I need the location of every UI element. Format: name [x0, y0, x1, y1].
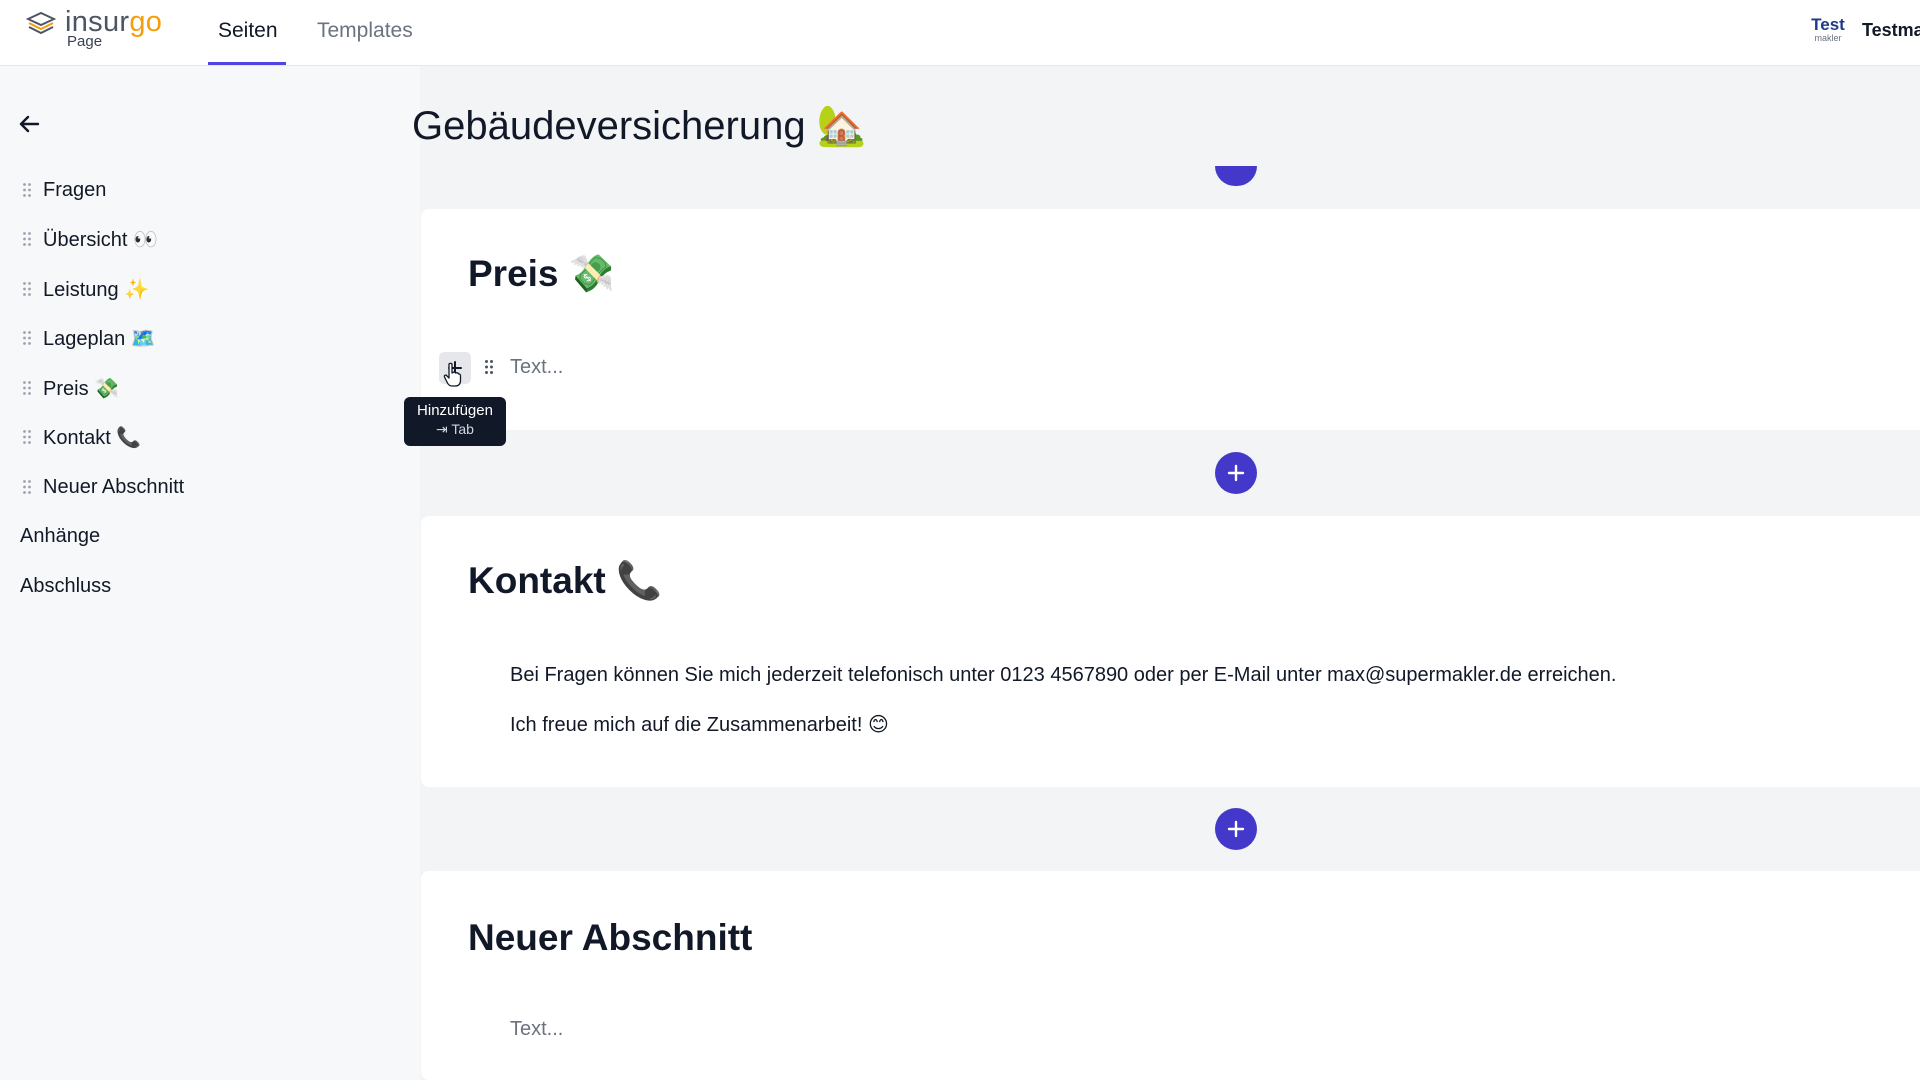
paragraph[interactable]: Ich freue mich auf die Zusammenarbeit! 😊 — [510, 712, 889, 737]
add-section-button[interactable] — [1215, 452, 1257, 494]
drag-handle-icon[interactable] — [22, 380, 32, 396]
tab-templates[interactable]: Templates — [317, 19, 413, 43]
logo-subtitle: Page — [67, 33, 103, 50]
sidebar-item-label: Fragen — [43, 178, 107, 201]
sidebar-item-uebersicht[interactable]: Übersicht 👀 — [22, 224, 158, 254]
hand-pointer-icon — [443, 362, 462, 387]
sidebar-item-neuer-abschnitt[interactable]: Neuer Abschnitt — [22, 472, 184, 502]
sidebar-item-label: Neuer Abschnitt — [43, 475, 185, 498]
app-logo[interactable]: insurgo Page — [24, 6, 184, 56]
drag-handle-icon[interactable] — [22, 281, 32, 297]
sidebar-item-label: Preis 💸 — [43, 377, 120, 400]
text-block-placeholder[interactable]: Text... — [510, 356, 563, 379]
plus-icon — [1227, 464, 1245, 482]
drag-handle-icon[interactable] — [22, 330, 32, 346]
sidebar-item-anhaenge[interactable]: Anhänge — [20, 525, 100, 548]
drag-handle-icon[interactable] — [22, 479, 32, 495]
sidebar-item-label: Leistung ✨ — [43, 278, 150, 301]
tooltip-hinzufuegen: Hinzufügen ⇥ Tab — [404, 397, 506, 446]
drag-handle-icon[interactable] — [22, 182, 32, 198]
section-neuer-abschnitt: Neuer Abschnitt Text... — [421, 871, 1920, 1080]
sidebar-item-preis[interactable]: Preis 💸 — [22, 373, 119, 403]
tab-seiten[interactable]: Seiten — [218, 19, 278, 43]
add-section-button[interactable] — [1215, 166, 1257, 186]
active-tab-indicator — [208, 62, 286, 65]
sidebar-item-lageplan[interactable]: Lageplan 🗺️ — [22, 323, 156, 353]
section-kontakt: Kontakt 📞 Bei Fragen können Sie mich jed… — [421, 516, 1920, 787]
add-section-button[interactable] — [1215, 808, 1257, 850]
sidebar-item-label: Kontakt 📞 — [43, 426, 142, 449]
text-block-placeholder[interactable]: Text... — [510, 1018, 563, 1041]
sidebar-item-label: Übersicht 👀 — [43, 228, 158, 251]
layers-logo-icon — [26, 11, 56, 35]
broker-logo: Test makler — [1811, 15, 1845, 43]
plus-icon — [1227, 820, 1245, 838]
back-arrow-icon[interactable] — [18, 114, 40, 139]
sidebar-item-abschluss[interactable]: Abschluss — [20, 575, 111, 598]
tooltip-shortcut: ⇥ Tab — [436, 421, 474, 437]
top-bar: insurgo Page Seiten Templates Test makle… — [0, 0, 1920, 66]
account-name[interactable]: Testmakler — [1862, 20, 1920, 41]
section-title[interactable]: Kontakt 📞 — [468, 560, 662, 603]
sidebar-item-kontakt[interactable]: Kontakt 📞 — [22, 422, 141, 452]
sidebar-item-leistung[interactable]: Leistung ✨ — [22, 274, 149, 304]
sidebar-item-label: Lageplan 🗺️ — [43, 327, 156, 350]
paragraph[interactable]: Bei Fragen können Sie mich jederzeit tel… — [510, 664, 1616, 687]
drag-handle-icon[interactable] — [484, 359, 494, 375]
sidebar: Fragen Übersicht 👀 Leistung ✨ Lageplan 🗺… — [0, 66, 420, 1080]
section-preis: Preis 💸 Text... — [421, 209, 1920, 430]
drag-handle-icon[interactable] — [22, 231, 32, 247]
sidebar-item-fragen[interactable]: Fragen — [22, 175, 106, 205]
section-title[interactable]: Preis 💸 — [468, 253, 615, 296]
tooltip-title: Hinzufügen — [417, 402, 493, 419]
section-title[interactable]: Neuer Abschnitt — [468, 917, 752, 959]
page-title[interactable]: Gebäudeversicherung 🏡 — [412, 102, 867, 149]
drag-handle-icon[interactable] — [22, 429, 32, 445]
